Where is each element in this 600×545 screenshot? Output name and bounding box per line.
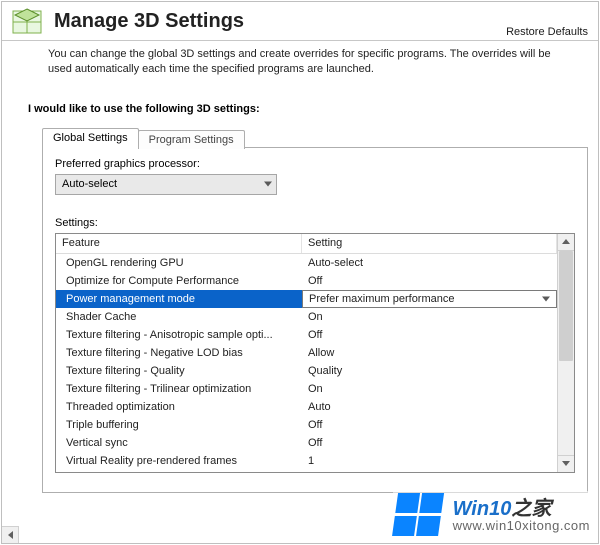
cell-setting: Off — [302, 416, 557, 434]
nvidia-3d-icon — [10, 6, 46, 36]
header-divider — [2, 40, 598, 41]
cell-feature: Texture filtering - Negative LOD bias — [56, 344, 302, 362]
table-row[interactable]: Virtual Reality pre-rendered frames1 — [56, 452, 557, 470]
scroll-down-button[interactable] — [558, 455, 574, 472]
chevron-down-icon — [542, 296, 550, 301]
page-title: Manage 3D Settings — [54, 10, 244, 33]
horizontal-scroll-left-button[interactable] — [2, 526, 19, 543]
cell-setting: Off — [302, 326, 557, 344]
watermark-url: www.win10xitong.com — [453, 519, 590, 532]
description-text: You can change the global 3D settings an… — [2, 47, 598, 77]
cell-setting: Prefer maximum performance — [302, 290, 557, 308]
tab-program-settings[interactable]: Program Settings — [138, 130, 245, 149]
preferred-processor-label: Preferred graphics processor: — [55, 158, 575, 170]
window-frame: Manage 3D Settings Restore Defaults You … — [1, 1, 599, 544]
cell-setting: On — [302, 380, 557, 398]
chevron-down-icon — [562, 461, 570, 466]
preferred-processor-select[interactable]: Auto-select — [55, 174, 277, 195]
settings-label: Settings: — [55, 217, 575, 229]
preferred-processor-value: Auto-select — [62, 178, 117, 190]
cell-setting: On — [302, 308, 557, 326]
windows-logo-icon — [392, 493, 446, 537]
column-header-setting[interactable]: Setting — [302, 234, 557, 253]
table-row[interactable]: Texture filtering - Trilinear optimizati… — [56, 380, 557, 398]
watermark-brand-en: Win10 — [453, 498, 512, 520]
table-row[interactable]: Threaded optimizationAuto — [56, 398, 557, 416]
cell-feature: Texture filtering - Trilinear optimizati… — [56, 380, 302, 398]
column-header-feature[interactable]: Feature — [56, 234, 302, 253]
table-row[interactable]: Shader CacheOn — [56, 308, 557, 326]
table-row[interactable]: Vertical syncOff — [56, 434, 557, 452]
settings-table: Feature Setting OpenGL rendering GPUAuto… — [55, 233, 575, 473]
table-row[interactable]: OpenGL rendering GPUAuto-select — [56, 254, 557, 272]
restore-defaults-link[interactable]: Restore Defaults — [506, 26, 588, 38]
table-row[interactable]: Texture filtering - QualityQuality — [56, 362, 557, 380]
table-row[interactable]: Texture filtering - Anisotropic sample o… — [56, 326, 557, 344]
table-row[interactable]: Optimize for Compute PerformanceOff — [56, 272, 557, 290]
cell-setting: Quality — [302, 362, 557, 380]
table-row[interactable]: Power management mode Prefer maximum perf… — [56, 290, 557, 308]
chevron-up-icon — [562, 239, 570, 244]
cell-setting: Off — [302, 434, 557, 452]
tabs-bar: Global Settings Program Settings — [42, 125, 598, 147]
setting-select[interactable]: Prefer maximum performance — [302, 290, 557, 308]
header: Manage 3D Settings Restore Defaults — [2, 2, 598, 38]
cell-feature: OpenGL rendering GPU — [56, 254, 302, 272]
scroll-up-button[interactable] — [558, 234, 574, 251]
cell-feature: Vertical sync — [56, 434, 302, 452]
cell-feature: Shader Cache — [56, 308, 302, 326]
table-header: Feature Setting — [56, 234, 557, 254]
cell-feature: Triple buffering — [56, 416, 302, 434]
cell-setting: Auto — [302, 398, 557, 416]
chevron-down-icon — [264, 182, 272, 187]
vertical-scrollbar[interactable] — [557, 234, 574, 472]
cell-setting: 1 — [302, 452, 557, 470]
chevron-left-icon — [8, 531, 13, 539]
settings-grid: Feature Setting OpenGL rendering GPUAuto… — [56, 234, 557, 472]
watermark-text: Win10之家 www.win10xitong.com — [453, 499, 590, 532]
table-row[interactable]: Triple bufferingOff — [56, 416, 557, 434]
cell-feature: Texture filtering - Anisotropic sample o… — [56, 326, 302, 344]
table-row[interactable]: Texture filtering - Negative LOD biasAll… — [56, 344, 557, 362]
cell-feature: Virtual Reality pre-rendered frames — [56, 452, 302, 470]
cell-feature: Optimize for Compute Performance — [56, 272, 302, 290]
cell-feature: Texture filtering - Quality — [56, 362, 302, 380]
section-heading: I would like to use the following 3D set… — [28, 103, 598, 115]
cell-setting: Auto-select — [302, 254, 557, 272]
tab-global-settings[interactable]: Global Settings — [42, 128, 139, 148]
watermark: Win10之家 www.win10xitong.com — [393, 491, 592, 539]
setting-select-value: Prefer maximum performance — [309, 290, 455, 308]
tab-panel-global: Preferred graphics processor: Auto-selec… — [42, 147, 588, 493]
cell-setting: Off — [302, 272, 557, 290]
scroll-thumb[interactable] — [559, 251, 573, 361]
cell-feature: Power management mode — [56, 290, 302, 308]
cell-feature: Threaded optimization — [56, 398, 302, 416]
watermark-brand-cn: 之家 — [511, 498, 551, 520]
cell-setting: Allow — [302, 344, 557, 362]
